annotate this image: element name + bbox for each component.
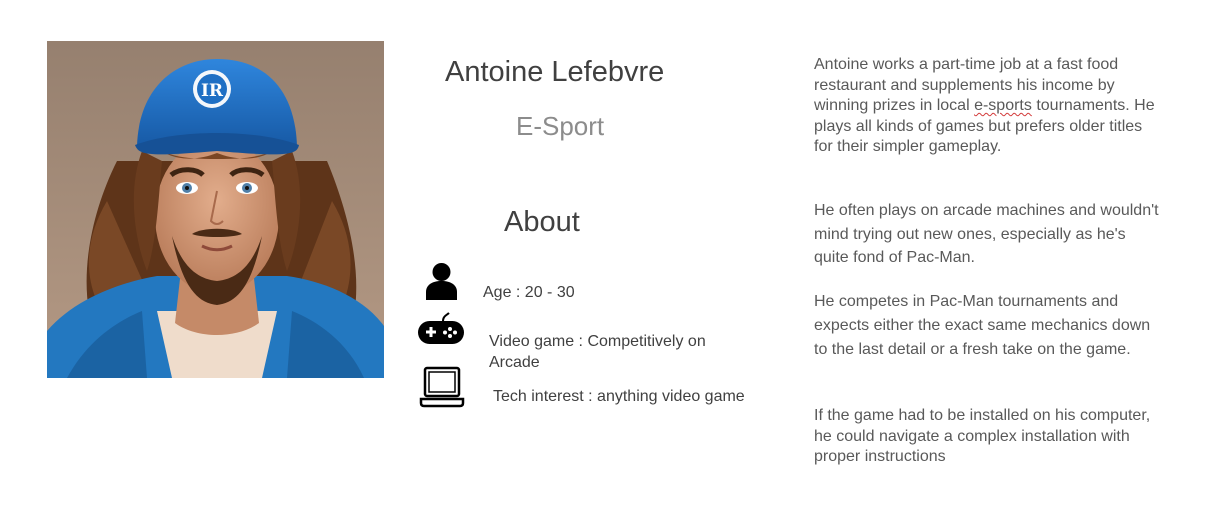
persona-category: E-Sport xyxy=(516,111,605,141)
about-video-game: Video game : Competitively on Arcade xyxy=(489,333,706,371)
laptop-icon xyxy=(419,366,465,408)
persona-portrait: IR xyxy=(47,41,384,378)
persona-name: Antoine Lefebvre xyxy=(445,56,665,88)
bio-paragraph-2: He often plays on arcade machines and wo… xyxy=(814,202,1159,266)
about-heading: About xyxy=(504,206,580,238)
bio-paragraph-3: He competes in Pac-Man tournaments and e… xyxy=(814,293,1151,358)
person-icon xyxy=(426,263,457,300)
bio-paragraph-4: If the game had to be installed on his c… xyxy=(814,407,1151,465)
about-age: Age : 20 - 30 xyxy=(483,284,575,301)
about-tech-interest: Tech interest : anything video game xyxy=(493,388,745,405)
cap-logo: IR xyxy=(201,81,224,101)
bio-paragraph-1: Antoine works a part-time job at a fast … xyxy=(814,55,1159,158)
spellcheck-flagged-word: e-sports xyxy=(974,97,1032,115)
portrait-illustration: IR xyxy=(47,41,384,378)
gamepad-icon xyxy=(418,312,464,344)
